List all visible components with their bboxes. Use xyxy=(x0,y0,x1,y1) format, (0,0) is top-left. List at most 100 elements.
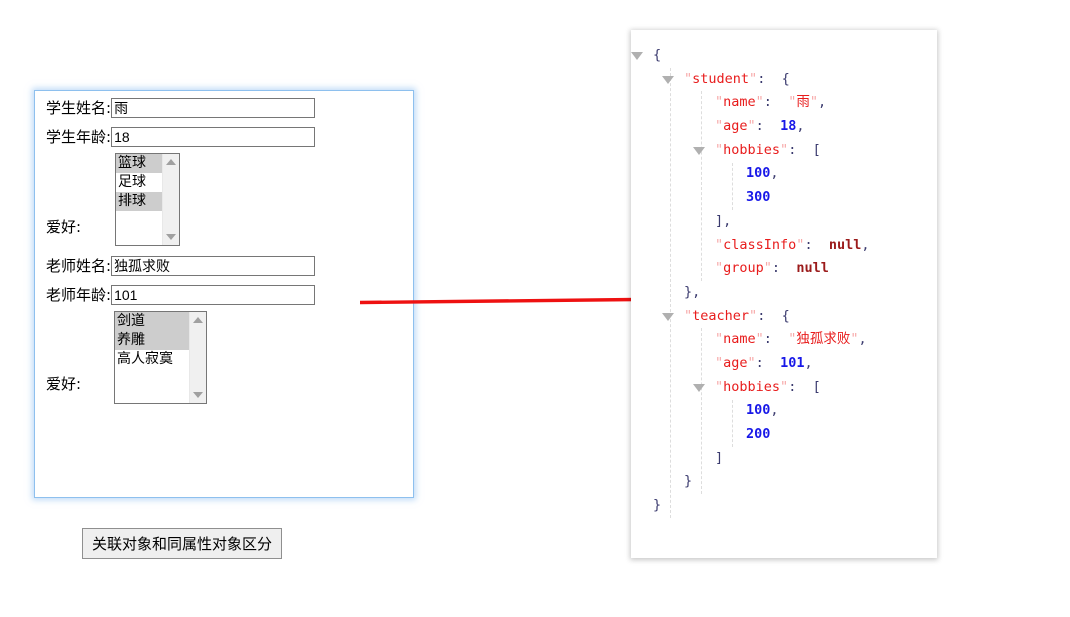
json-token-q: " xyxy=(780,141,789,158)
json-line-content: ], xyxy=(715,210,731,234)
json-token-pun: : { xyxy=(757,307,790,324)
json-line: 300 xyxy=(631,186,937,210)
student-name-row: 学生姓名: xyxy=(46,98,316,118)
json-token-q: " xyxy=(715,260,724,277)
json-line-content: "age": 18, xyxy=(715,115,804,139)
json-line-content: { xyxy=(653,44,661,68)
json-token-pun: : xyxy=(763,94,789,111)
teacher-age-row: 老师年龄: xyxy=(46,285,316,305)
teacher-hobby-label-row: 爱好: xyxy=(46,377,81,392)
json-line: 200 xyxy=(631,423,937,447)
json-line-content: "hobbies": [ xyxy=(715,139,821,163)
json-token-k: age xyxy=(723,354,748,371)
json-token-pun: : { xyxy=(757,70,790,87)
scroll-down-arrow-icon[interactable] xyxy=(193,392,203,398)
student-hobby-label: 爱好: xyxy=(46,218,82,236)
json-tree: {"student": {"name": "雨", "age": 18, "hobb… xyxy=(631,30,937,518)
student-hobby-scrollbar[interactable] xyxy=(162,154,179,245)
json-token-pun: ] xyxy=(715,449,724,466)
teacher-hobby-options: 剑道 养雕 高人寂寞 xyxy=(115,312,189,403)
json-line-content: "group": null xyxy=(715,257,829,281)
student-hobby-label-row: 爱好: xyxy=(46,220,81,235)
json-line-content: 100, xyxy=(746,399,779,423)
json-line-content: "name": "独孤求败", xyxy=(715,328,867,352)
listbox-option[interactable]: 高人寂寞 xyxy=(115,350,189,369)
json-token-pun: : xyxy=(755,118,781,135)
collapse-triangle-icon[interactable] xyxy=(662,75,674,84)
json-line: }, xyxy=(631,281,937,305)
json-line-content: "name": "雨", xyxy=(715,91,826,115)
json-token-k: group xyxy=(723,260,764,277)
json-line-content: "classInfo": null, xyxy=(715,234,869,258)
json-token-pun: : xyxy=(763,331,789,348)
json-token-pun: , xyxy=(804,354,813,371)
json-token-k: age xyxy=(723,118,748,135)
json-token-str: 独孤求败 xyxy=(796,331,851,348)
json-line: "hobbies": [ xyxy=(631,376,937,400)
listbox-option[interactable]: 足球 xyxy=(116,173,162,192)
json-line: "age": 18, xyxy=(631,115,937,139)
student-age-row: 学生年龄: xyxy=(46,127,316,147)
collapse-triangle-icon[interactable] xyxy=(631,52,643,60)
json-token-q: " xyxy=(715,378,724,395)
json-viewer-panel[interactable]: {"student": {"name": "雨", "age": 18, "hobb… xyxy=(631,30,937,558)
collapse-triangle-icon[interactable] xyxy=(693,383,705,392)
teacher-hobby-listbox[interactable]: 剑道 养雕 高人寂寞 xyxy=(114,311,207,404)
teacher-name-row: 老师姓名: xyxy=(46,256,316,276)
scroll-up-arrow-icon[interactable] xyxy=(166,159,176,165)
json-token-str: 雨 xyxy=(796,94,810,111)
json-line: 100, xyxy=(631,399,937,423)
json-token-k: name xyxy=(723,94,756,111)
json-line: ] xyxy=(631,447,937,471)
listbox-option[interactable]: 剑道 xyxy=(115,312,189,331)
student-hobby-options: 篮球 足球 排球 xyxy=(116,154,162,245)
json-line-content: }, xyxy=(684,281,700,305)
student-hobby-listbox[interactable]: 篮球 足球 排球 xyxy=(115,153,180,246)
teacher-hobby-scrollbar[interactable] xyxy=(189,312,206,403)
json-token-q: " xyxy=(747,118,756,135)
json-token-q: " xyxy=(747,354,756,371)
collapse-triangle-icon[interactable] xyxy=(662,312,674,321)
collapse-triangle-icon[interactable] xyxy=(693,146,705,155)
json-line: "name": "雨", xyxy=(631,91,937,115)
json-token-pun: , xyxy=(796,118,805,135)
json-token-q: " xyxy=(715,118,724,135)
json-token-q: " xyxy=(749,70,758,87)
json-token-k: classInfo xyxy=(723,236,797,253)
listbox-option[interactable]: 篮球 xyxy=(116,154,162,173)
json-token-pun: , xyxy=(858,331,867,348)
json-line: 100, xyxy=(631,162,937,186)
teacher-age-label: 老师年龄: xyxy=(46,285,112,304)
json-token-q: " xyxy=(684,307,693,324)
json-token-pun: , xyxy=(861,236,870,253)
json-token-pun: : xyxy=(804,236,829,253)
json-line-content: "hobbies": [ xyxy=(715,376,821,400)
json-line-content: 300 xyxy=(746,186,770,210)
json-token-q: " xyxy=(715,236,724,253)
json-token-pun: , xyxy=(770,402,779,419)
json-token-k: student xyxy=(692,70,750,87)
json-token-num: 18 xyxy=(780,118,797,135)
json-token-q: " xyxy=(715,141,724,158)
json-line: "classInfo": null, xyxy=(631,234,937,258)
listbox-option[interactable]: 养雕 xyxy=(115,331,189,350)
json-line-content: 100, xyxy=(746,162,779,186)
teacher-age-input[interactable] xyxy=(111,285,316,305)
student-age-input[interactable] xyxy=(111,127,316,147)
json-line-content: 200 xyxy=(746,423,770,447)
json-line: { xyxy=(631,44,937,68)
scroll-up-arrow-icon[interactable] xyxy=(193,317,203,323)
json-line: "hobbies": [ xyxy=(631,139,937,163)
json-token-k: teacher xyxy=(692,307,750,324)
json-token-pun: { xyxy=(653,47,662,63)
student-name-input[interactable] xyxy=(111,98,316,118)
associate-objects-button[interactable]: 关联对象和同属性对象区分 xyxy=(82,528,283,559)
listbox-option[interactable]: 排球 xyxy=(116,192,162,211)
json-token-num: 100 xyxy=(746,165,771,182)
teacher-name-input[interactable] xyxy=(111,256,316,276)
json-token-q: " xyxy=(749,307,758,324)
json-line-content: ] xyxy=(715,447,723,471)
json-token-pun: : [ xyxy=(788,378,821,395)
scroll-down-arrow-icon[interactable] xyxy=(166,234,176,240)
json-line: "group": null xyxy=(631,257,937,281)
